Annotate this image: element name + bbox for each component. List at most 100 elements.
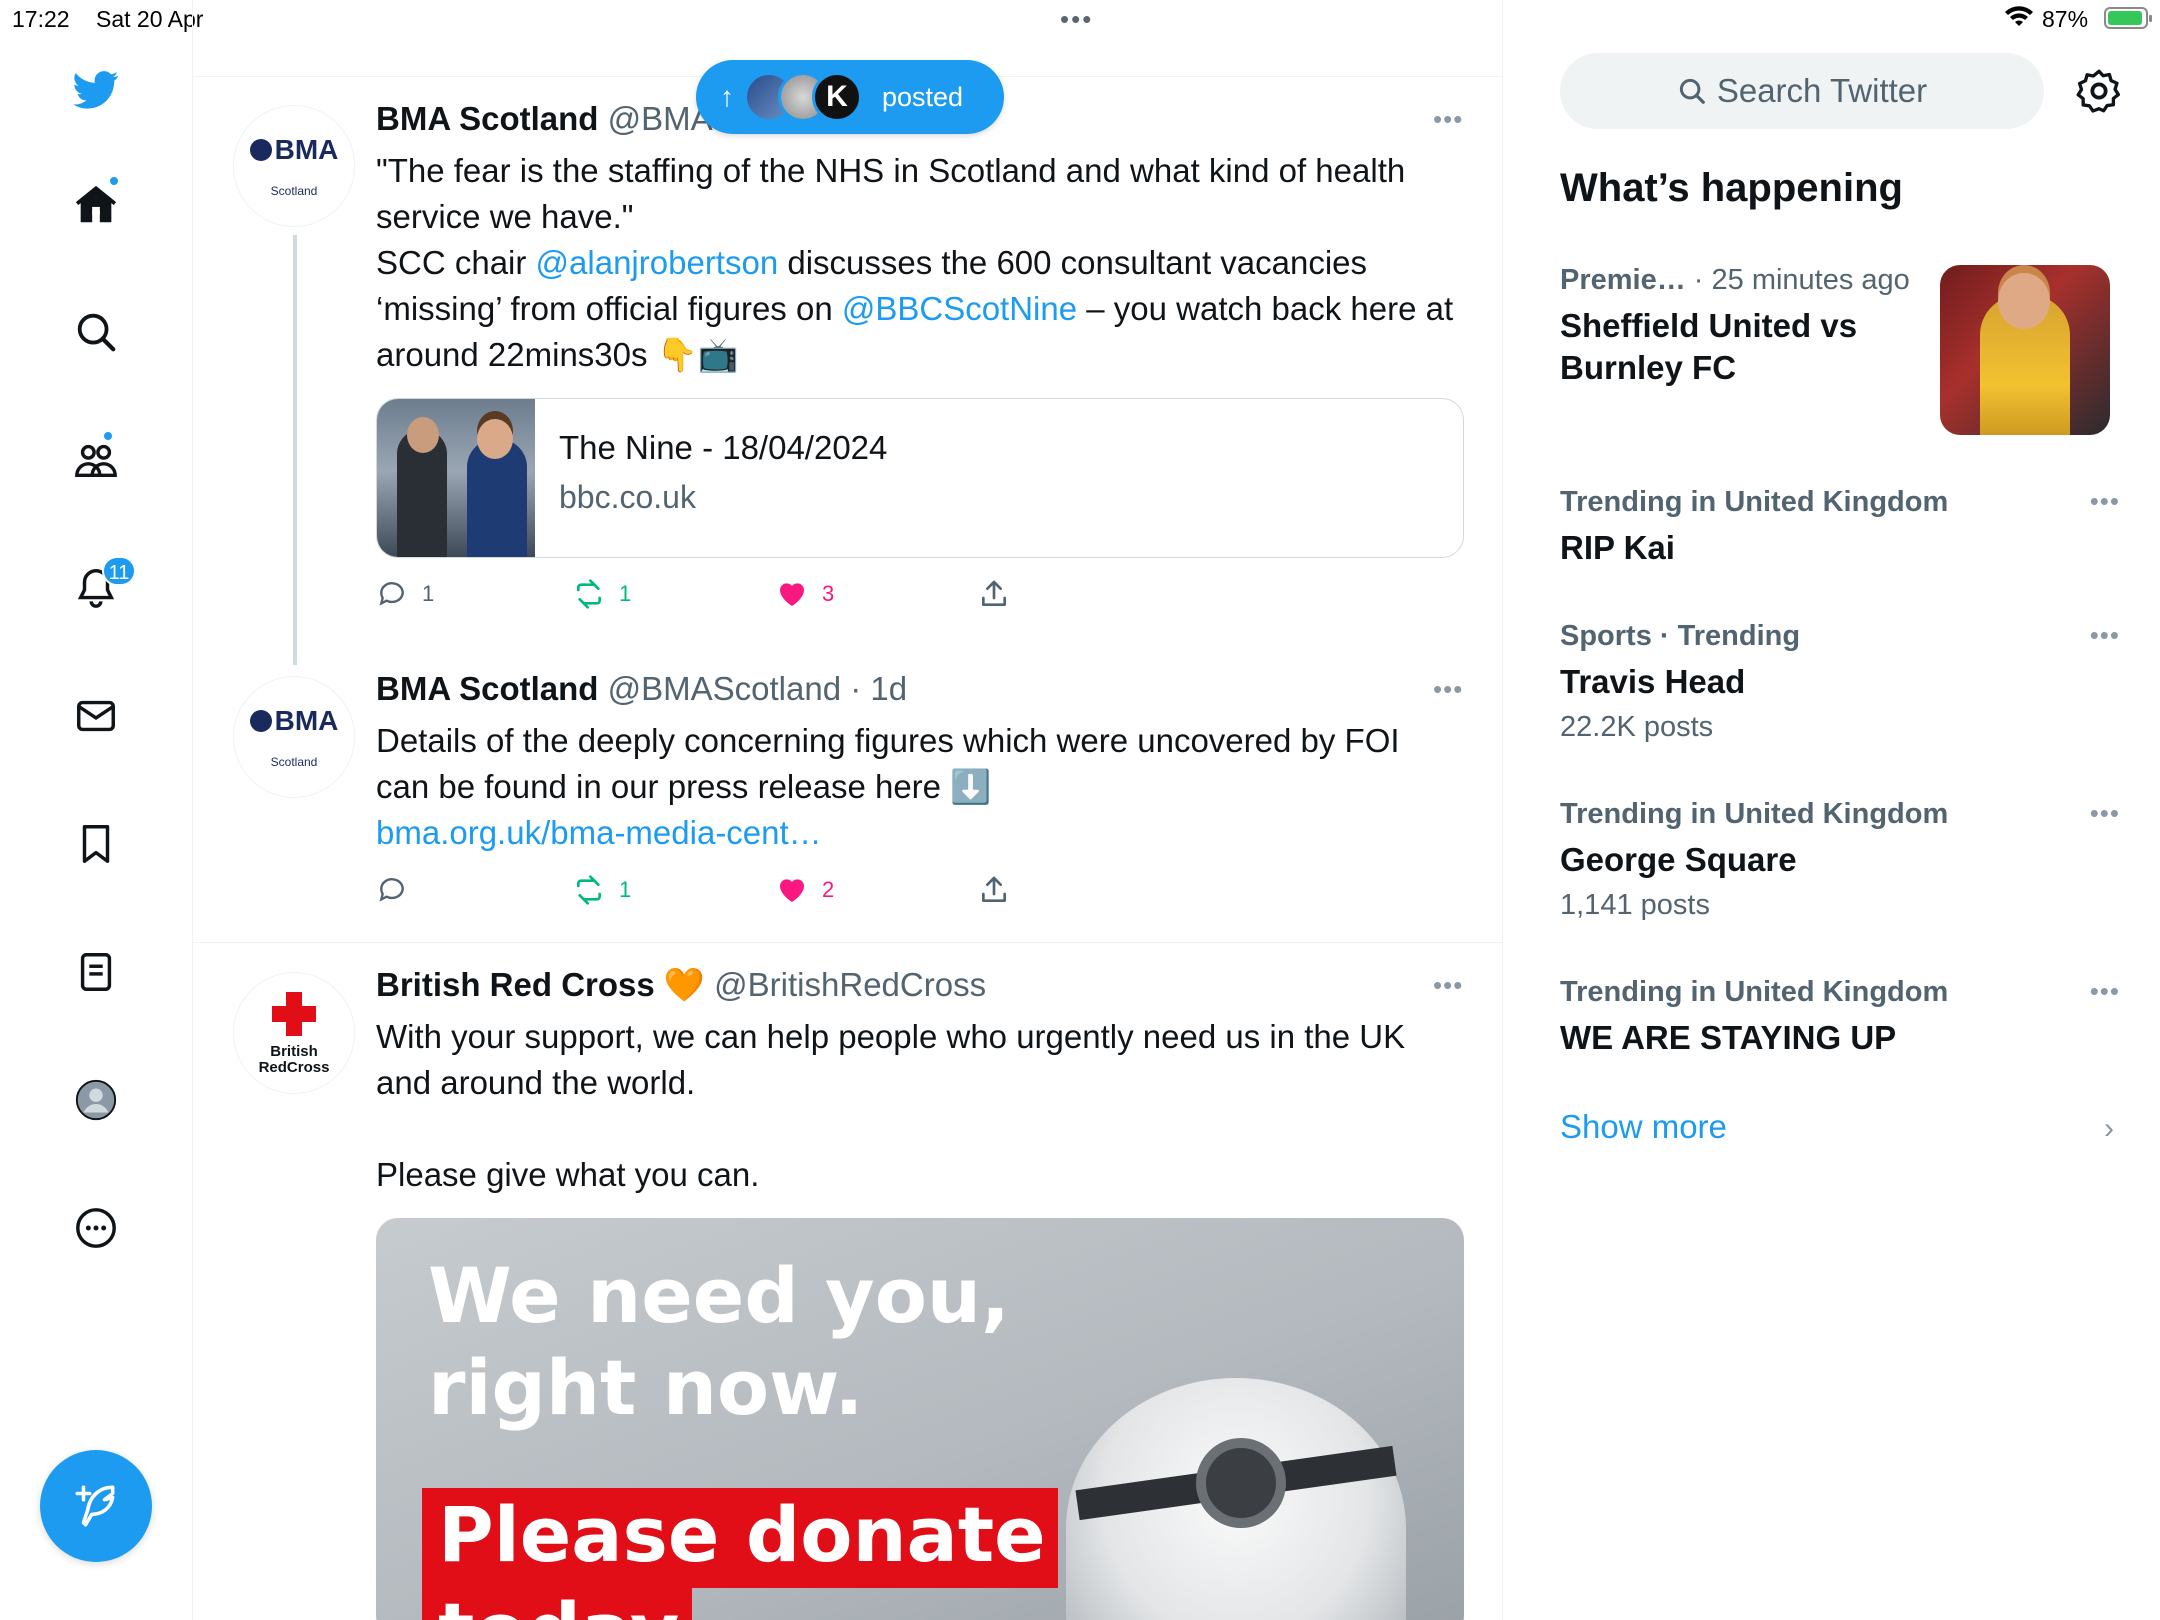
trend-name: Sheffield United vs Burnley FC: [1560, 307, 1858, 386]
bell-icon[interactable]: 11: [66, 556, 136, 618]
author-handle[interactable]: @BritishRedCross: [714, 966, 986, 1003]
trend-more-icon[interactable]: •••: [2090, 620, 2120, 651]
pill-label: posted: [882, 81, 964, 112]
home-unread-dot: [108, 175, 120, 187]
tweet-header: BMA Scotland @BMA: [376, 100, 713, 138]
trend-thumbnail[interactable]: [1940, 265, 2110, 435]
media-headline-1: We need you,: [428, 1251, 1010, 1340]
reply-icon: [379, 878, 404, 902]
card-title: The Nine - 18/04/2024: [559, 429, 888, 466]
media-headline-2: right now.: [428, 1343, 864, 1432]
like-button[interactable]: 2: [776, 874, 834, 906]
list-icon[interactable]: [66, 942, 126, 1002]
trend-item[interactable]: Trending in United Kingdom George Square…: [1560, 798, 2120, 922]
like-count: 3: [822, 581, 835, 606]
envelope-icon[interactable]: [66, 686, 126, 746]
search-icon[interactable]: [66, 302, 126, 362]
card-thumbnail: [377, 399, 535, 557]
chevron-right-icon: ›: [2104, 1112, 2114, 1145]
reply-icon: [379, 582, 404, 606]
tweet-more-icon[interactable]: •••: [1433, 104, 1463, 135]
communities-unread-dot: [102, 430, 114, 442]
redcross-avatar[interactable]: British RedCross: [233, 972, 355, 1094]
media-donate-banner: Please donate: [438, 1490, 1046, 1579]
link-card[interactable]: The Nine - 18/04/2024 bbc.co.uk: [376, 398, 1464, 558]
like-count: 2: [822, 877, 835, 902]
reply-count: 1: [422, 581, 435, 606]
retweet-count: 1: [619, 581, 632, 606]
search-icon: [1679, 78, 1705, 104]
tweet-actions: 1 1 3: [376, 578, 1076, 618]
search-placeholder: Search Twitter: [1716, 72, 1928, 109]
reply-button[interactable]: [376, 874, 408, 906]
trend-item[interactable]: Trending in United Kingdom WE ARE STAYIN…: [1560, 976, 2120, 1059]
trend-name: WE ARE STAYING UP: [1560, 1019, 1897, 1056]
timeline: BMA Scotland BMA Scotland @BMA ••• "The …: [193, 0, 1503, 1620]
compose-button[interactable]: [40, 1450, 152, 1562]
right-sidebar: Search Twitter What’s happening Premie… …: [1504, 0, 2160, 1620]
share-button[interactable]: [978, 578, 1010, 610]
headlamp: [1196, 1438, 1286, 1528]
retweet-button[interactable]: 1: [573, 578, 631, 610]
red-cross-logo-icon: [272, 992, 316, 1036]
trend-more-icon[interactable]: •••: [2090, 798, 2120, 829]
gear-icon[interactable]: [2074, 66, 2124, 116]
tweet-time[interactable]: · 1d: [850, 670, 907, 707]
media-donate-banner-2: today.: [438, 1586, 701, 1620]
thread-line: [293, 235, 297, 665]
bookmark-icon[interactable]: [66, 814, 126, 874]
left-nav: 11: [0, 0, 193, 1620]
people-icon[interactable]: [66, 430, 126, 490]
press-release-link[interactable]: bma.org.uk/bma-media-cent…: [376, 810, 1456, 856]
trend-item[interactable]: Sports · Trending Travis Head 22.2K post…: [1560, 620, 2120, 744]
tweet-header: BMA Scotland @BMAScotland · 1d: [376, 670, 907, 708]
card-domain: bbc.co.uk: [559, 479, 696, 515]
trend-name: RIP Kai: [1560, 529, 1675, 566]
more-circle-icon[interactable]: [66, 1198, 126, 1258]
tweet-actions: 1 2: [376, 874, 1076, 914]
tweet-divider: [193, 942, 1503, 943]
tweet-media-image[interactable]: We need you, right now. Please donate to…: [376, 1218, 1464, 1620]
pill-avatar: K: [812, 72, 862, 122]
tweet-more-icon[interactable]: •••: [1433, 970, 1463, 1001]
arrow-up-icon: ↑: [720, 81, 734, 112]
trend-item[interactable]: Trending in United Kingdom RIP Kai •••: [1560, 486, 2120, 569]
bma-avatar[interactable]: BMA Scotland: [233, 105, 355, 227]
author-name[interactable]: BMA Scotland: [376, 100, 598, 137]
heart-filled-icon: [780, 879, 804, 902]
new-posts-pill[interactable]: ↑ K posted: [696, 60, 1004, 134]
heart-filled-icon: [780, 583, 804, 606]
show-more-link[interactable]: Show more: [1560, 1108, 1727, 1146]
tweet-text: Details of the deeply concerning figures…: [376, 718, 1456, 856]
twitter-bird-icon[interactable]: [66, 60, 126, 120]
share-icon: [982, 876, 1006, 902]
author-name[interactable]: BMA Scotland: [376, 670, 598, 707]
trend-more-icon[interactable]: •••: [2090, 976, 2120, 1007]
bma-logo-sub: Scotland: [270, 184, 318, 198]
retweet-button[interactable]: 1: [573, 874, 631, 906]
mention-link[interactable]: @BBCScotNine: [842, 290, 1077, 327]
bma-logo: BMA: [249, 134, 338, 166]
tweet-text: With your support, we can help people wh…: [376, 1018, 1406, 1193]
author-name[interactable]: British Red Cross 🧡: [376, 966, 705, 1003]
avatar-icon[interactable]: [66, 1070, 126, 1130]
tweet-more-icon[interactable]: •••: [1433, 674, 1463, 705]
compose-feather-icon: [75, 1485, 115, 1527]
trend-more-icon[interactable]: •••: [2090, 486, 2120, 517]
search-input[interactable]: Search Twitter: [1560, 53, 2044, 129]
trend-item[interactable]: Premie… · 25 minutes ago Sheffield Unite…: [1560, 264, 1930, 389]
home-icon[interactable]: [66, 175, 126, 235]
whats-happening-title: What’s happening: [1560, 166, 1903, 210]
trend-count: 22.2K posts: [1560, 711, 1714, 743]
share-button[interactable]: [978, 874, 1010, 906]
reply-button[interactable]: 1: [376, 578, 434, 610]
notifications-badge: 11: [102, 556, 136, 586]
bma-avatar[interactable]: BMA Scotland: [233, 676, 355, 798]
like-button[interactable]: 3: [776, 578, 834, 610]
author-handle[interactable]: @BMAScotland: [608, 670, 841, 707]
retweet-count: 1: [619, 877, 632, 902]
bma-logo: BMA: [249, 705, 338, 737]
tweet-header: British Red Cross 🧡 @BritishRedCross: [376, 966, 986, 1005]
mention-link[interactable]: @alanjrobertson: [536, 244, 779, 281]
bma-logo-sub: Scotland: [270, 755, 318, 769]
